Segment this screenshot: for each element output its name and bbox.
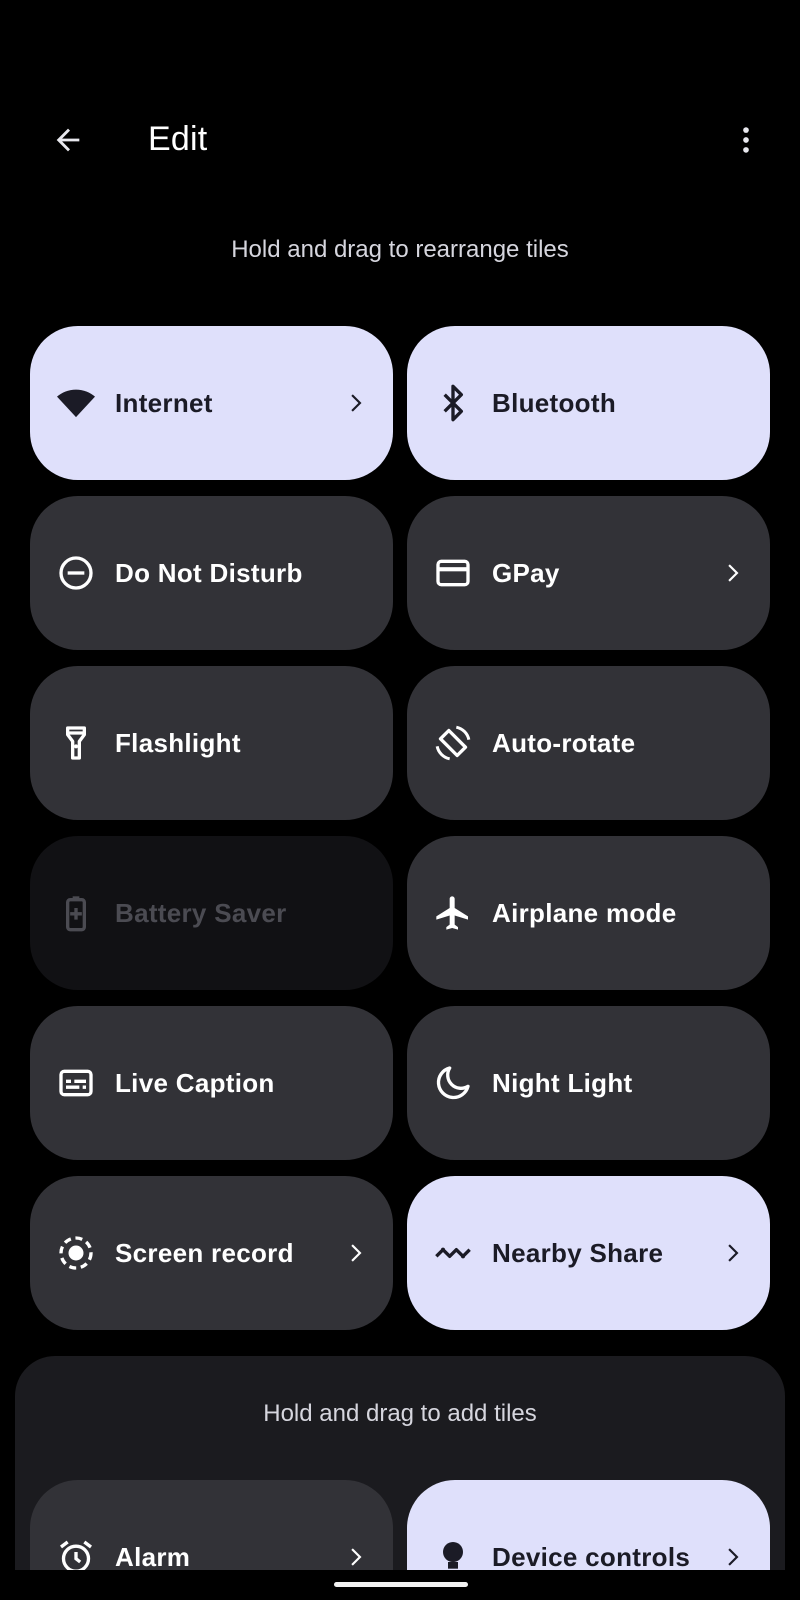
chevron-right-icon [339, 387, 371, 419]
tile-label: Night Light [492, 1067, 633, 1098]
tile-label: Auto-rotate [492, 727, 636, 758]
nearby-share-icon [433, 1233, 473, 1273]
add-tiles-panel: Hold and drag to add tiles Alarm Device … [15, 1356, 785, 1570]
tile-label: Nearby Share [492, 1237, 664, 1268]
bluetooth-icon [433, 383, 473, 423]
tile-label: Internet [115, 387, 213, 418]
do-not-disturb-icon [56, 553, 96, 593]
more-options-button[interactable] [722, 116, 770, 164]
device-controls-icon [433, 1537, 473, 1570]
gesture-nav-handle[interactable] [334, 1582, 468, 1587]
battery-saver-icon [56, 893, 96, 933]
tile-label: Do Not Disturb [115, 557, 303, 588]
tile-night-light[interactable]: Night Light [407, 1006, 770, 1160]
page-title: Edit [148, 120, 208, 158]
app-bar: Edit [0, 90, 800, 190]
caption-icon [56, 1063, 96, 1103]
add-tiles-hint: Hold and drag to add tiles [263, 1400, 537, 1427]
tile-label: Live Caption [115, 1067, 275, 1098]
chevron-right-icon [716, 1541, 748, 1570]
tile-label: Airplane mode [492, 897, 677, 928]
tile-label: Bluetooth [492, 387, 617, 418]
arrow-left-icon [51, 123, 85, 157]
flashlight-icon [56, 723, 96, 763]
tile-airplane-mode[interactable]: Airplane mode [407, 836, 770, 990]
wifi-icon [56, 383, 96, 423]
chevron-right-icon [716, 557, 748, 589]
tile-device-controls[interactable]: Device controls [407, 1480, 770, 1570]
tile-battery-saver[interactable]: Battery Saver [30, 836, 393, 990]
tile-alarm[interactable]: Alarm [30, 1480, 393, 1570]
edit-tiles-screen: Edit Hold and drag to rearrange tiles In… [0, 90, 800, 1570]
tile-auto-rotate[interactable]: Auto-rotate [407, 666, 770, 820]
tile-label: GPay [492, 557, 560, 588]
tile-bluetooth[interactable]: Bluetooth [407, 326, 770, 480]
tile-label: Screen record [115, 1237, 294, 1268]
tile-live-caption[interactable]: Live Caption [30, 1006, 393, 1160]
tile-nearby-share[interactable]: Nearby Share [407, 1176, 770, 1330]
tile-label: Device controls [492, 1541, 691, 1571]
chevron-right-icon [339, 1541, 371, 1570]
airplane-icon [433, 893, 473, 933]
tile-gpay[interactable]: GPay [407, 496, 770, 650]
credit-card-icon [433, 553, 473, 593]
tile-label: Battery Saver [115, 897, 287, 928]
moon-icon [433, 1063, 473, 1103]
tile-screen-record[interactable]: Screen record [30, 1176, 393, 1330]
rearrange-hint: Hold and drag to rearrange tiles [231, 236, 569, 263]
tile-flashlight[interactable]: Flashlight [30, 666, 393, 820]
tile-do-not-disturb[interactable]: Do Not Disturb [30, 496, 393, 650]
tile-label: Flashlight [115, 727, 241, 758]
screen-record-icon [56, 1233, 96, 1273]
chevron-right-icon [716, 1237, 748, 1269]
chevron-right-icon [339, 1237, 371, 1269]
alarm-icon [56, 1537, 96, 1570]
back-button[interactable] [44, 116, 92, 164]
more-vertical-icon [729, 123, 763, 157]
tile-label: Alarm [115, 1541, 191, 1571]
auto-rotate-icon [433, 723, 473, 763]
tile-internet[interactable]: Internet [30, 326, 393, 480]
